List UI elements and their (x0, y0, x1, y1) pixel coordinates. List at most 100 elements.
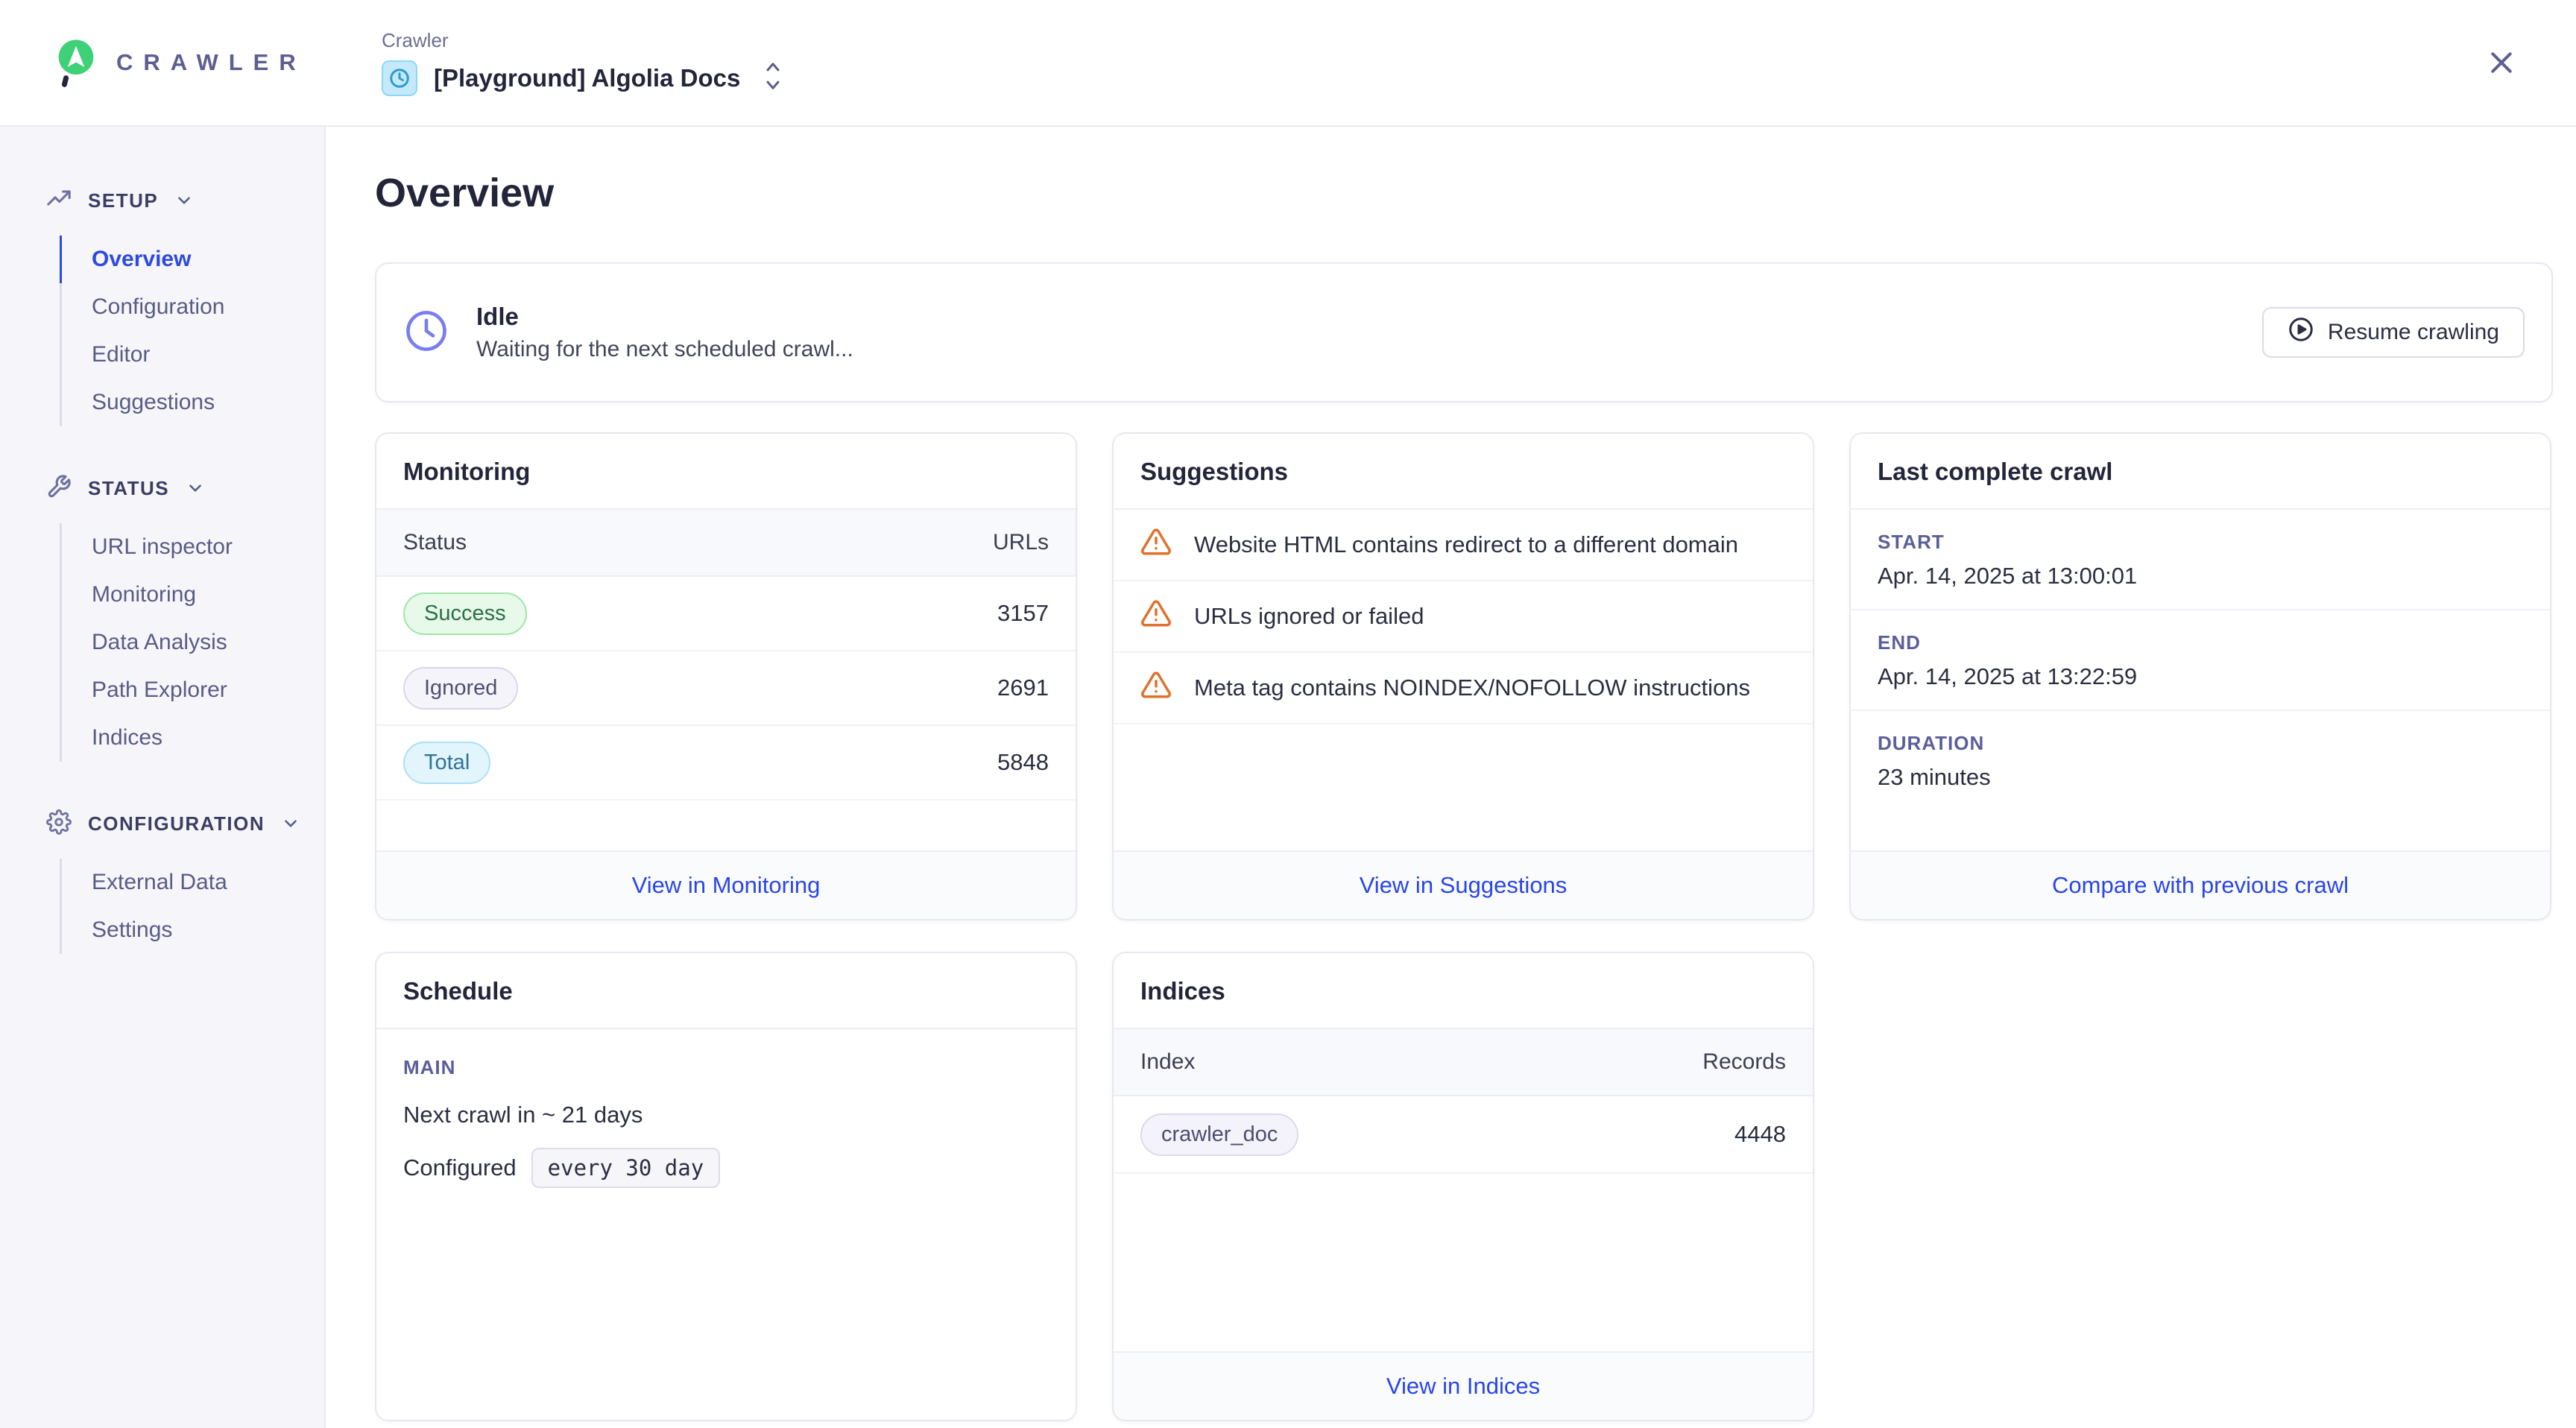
sidebar-item-data-analysis[interactable]: Data Analysis (62, 619, 324, 666)
suggestions-card-footer: View in Suggestions (1114, 850, 1813, 919)
schedule-card-title: Schedule (376, 953, 1076, 1029)
sidebar-section-setup: SETUP Overview Configuration Editor Sugg… (0, 183, 324, 426)
clock-icon (403, 308, 449, 358)
crawler-clock-icon (382, 60, 417, 96)
urls-count: 2691 (997, 674, 1049, 701)
status-badge-success: Success (403, 593, 527, 635)
column-status: Status (403, 530, 467, 555)
breadcrumb: Crawler [Playground] Algolia Docs (382, 29, 783, 96)
index-name-badge[interactable]: crawler_doc (1140, 1113, 1298, 1156)
sidebar-item-configuration[interactable]: Configuration (62, 283, 324, 331)
sidebar-item-path-explorer[interactable]: Path Explorer (62, 666, 324, 714)
resume-crawling-label: Resume crawling (2328, 320, 2499, 345)
last-crawl-end: END Apr. 14, 2025 at 13:22:59 (1851, 610, 2550, 711)
suggestions-card-title: Suggestions (1114, 434, 1813, 510)
sidebar-item-editor[interactable]: Editor (62, 331, 324, 379)
crawler-name: [Playground] Algolia Docs (434, 64, 740, 92)
schedule-card: Schedule MAIN Next crawl in ~ 21 days Co… (375, 952, 1077, 1421)
main-content: Overview Idle Waiting for the next sched… (326, 127, 2576, 1428)
last-crawl-start: START Apr. 14, 2025 at 13:00:01 (1851, 510, 2550, 610)
column-urls: URLs (993, 530, 1049, 555)
suggestions-card: Suggestions Website HTML contains redire… (1112, 432, 1814, 920)
top-bar: CRAWLER Crawler [Playground] Algolia Doc… (0, 0, 2576, 127)
wrench-icon (46, 474, 72, 503)
suggestion-text: Meta tag contains NOINDEX/NOFOLLOW instr… (1194, 674, 1750, 701)
indices-card-title: Indices (1114, 953, 1813, 1029)
chevron-down-icon (186, 478, 205, 498)
breadcrumb-label: Crawler (382, 29, 783, 52)
section-label: CONFIGURATION (88, 812, 265, 835)
crawler-status: Idle (476, 303, 853, 331)
end-value: Apr. 14, 2025 at 13:22:59 (1878, 663, 2523, 690)
crawler-status-detail: Waiting for the next scheduled crawl... (476, 337, 853, 362)
indices-table-header: Index Records (1114, 1029, 1813, 1096)
sidebar-item-suggestions[interactable]: Suggestions (62, 379, 324, 426)
chevron-updown-icon[interactable] (763, 60, 783, 96)
sidebar-section-configuration-header[interactable]: CONFIGURATION (0, 806, 324, 841)
table-row: crawler_doc 4448 (1114, 1096, 1813, 1174)
status-badge-total: Total (403, 742, 490, 784)
records-count: 4448 (1734, 1121, 1786, 1148)
suggestion-item[interactable]: Website HTML contains redirect to a diff… (1114, 510, 1813, 581)
sidebar-section-setup-header[interactable]: SETUP (0, 183, 324, 218)
urls-count: 5848 (997, 749, 1049, 776)
warning-triangle-icon (1140, 669, 1172, 707)
sidebar-section-status-header[interactable]: STATUS (0, 471, 324, 505)
indices-card-footer: View in Indices (1114, 1351, 1813, 1420)
last-crawl-duration: DURATION 23 minutes (1851, 711, 2550, 810)
brand-name: CRAWLER (116, 49, 306, 76)
column-records: Records (1702, 1049, 1786, 1075)
status-badge-ignored: Ignored (403, 667, 518, 710)
urls-count: 3157 (997, 600, 1049, 627)
status-banner: Idle Waiting for the next scheduled craw… (375, 262, 2553, 402)
view-in-monitoring-link[interactable]: View in Monitoring (632, 872, 821, 899)
compare-previous-crawl-link[interactable]: Compare with previous crawl (2052, 872, 2349, 899)
next-crawl-text: Next crawl in ~ 21 days (403, 1102, 1049, 1128)
view-in-indices-link[interactable]: View in Indices (1386, 1373, 1540, 1400)
sidebar-item-monitoring[interactable]: Monitoring (62, 571, 324, 619)
page-title: Overview (375, 170, 2553, 216)
play-circle-icon (2288, 316, 2314, 349)
monitoring-table-header: Status URLs (376, 510, 1076, 577)
sidebar-item-url-inspector[interactable]: URL inspector (62, 523, 324, 571)
monitoring-card: Monitoring Status URLs Success 3157 Igno… (375, 432, 1077, 920)
sidebar-item-external-data[interactable]: External Data (62, 859, 324, 906)
suggestion-item[interactable]: URLs ignored or failed (1114, 581, 1813, 653)
last-crawl-card-footer: Compare with previous crawl (1851, 850, 2550, 919)
resume-crawling-button[interactable]: Resume crawling (2262, 307, 2525, 358)
warning-triangle-icon (1140, 598, 1172, 635)
indices-card: Indices Index Records crawler_doc 4448 V… (1112, 952, 1814, 1421)
start-value: Apr. 14, 2025 at 13:00:01 (1878, 563, 2523, 590)
sidebar-item-overview[interactable]: Overview (62, 236, 324, 283)
sidebar-item-indices[interactable]: Indices (62, 714, 324, 762)
configured-label: Configured (403, 1154, 517, 1181)
suggestion-text: Website HTML contains redirect to a diff… (1194, 531, 1738, 558)
monitoring-card-title: Monitoring (376, 434, 1076, 510)
view-in-suggestions-link[interactable]: View in Suggestions (1360, 872, 1568, 899)
start-label: START (1878, 531, 2523, 554)
suggestion-item[interactable]: Meta tag contains NOINDEX/NOFOLLOW instr… (1114, 653, 1813, 724)
chevron-down-icon (174, 191, 194, 210)
brand: CRAWLER (0, 38, 326, 87)
monitoring-card-footer: View in Monitoring (376, 850, 1076, 919)
section-label: SETUP (88, 189, 158, 212)
schedule-interval-chip: every 30 day (531, 1148, 721, 1188)
crawler-logo-icon (55, 38, 97, 87)
duration-label: DURATION (1878, 732, 2523, 755)
sidebar-item-settings[interactable]: Settings (62, 906, 324, 954)
table-row: Ignored 2691 (376, 651, 1076, 726)
section-label: STATUS (88, 477, 169, 500)
schedule-group-label: MAIN (403, 1056, 1049, 1079)
suggestion-text: URLs ignored or failed (1194, 603, 1424, 630)
last-crawl-card: Last complete crawl START Apr. 14, 2025 … (1849, 432, 2551, 920)
last-crawl-card-title: Last complete crawl (1851, 434, 2550, 510)
chevron-down-icon (281, 814, 300, 833)
end-label: END (1878, 631, 2523, 654)
gear-icon (46, 809, 72, 838)
close-icon[interactable] (2481, 42, 2522, 83)
warning-triangle-icon (1140, 526, 1172, 563)
sidebar-section-status: STATUS URL inspector Monitoring Data Ana… (0, 471, 324, 762)
sidebar-section-configuration: CONFIGURATION External Data Settings (0, 806, 324, 954)
table-row: Success 3157 (376, 577, 1076, 651)
crawler-selector[interactable]: [Playground] Algolia Docs (382, 60, 783, 96)
